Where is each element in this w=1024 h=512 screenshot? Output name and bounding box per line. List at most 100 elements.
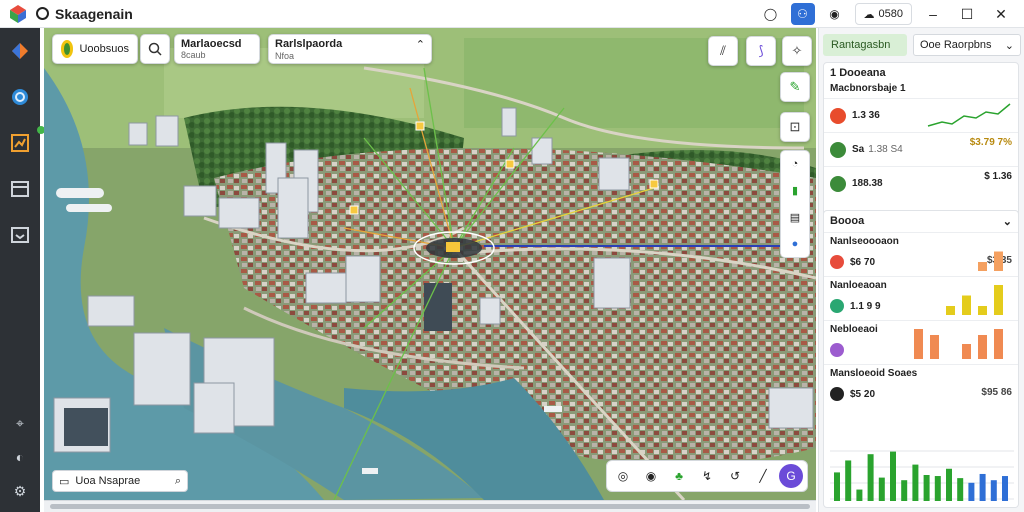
layers-button[interactable]: ⊡ (780, 112, 810, 142)
tab-dropdown[interactable]: Ooe Raorpbns ⌄ (913, 34, 1021, 56)
app-title: Skaagenain (36, 6, 133, 22)
chart-bar (968, 482, 975, 501)
info-card-2-title: Rarlslpaorda (275, 38, 343, 50)
tool-line-icon[interactable]: ╱ (751, 464, 775, 488)
summary-row-2[interactable]: Sa 1.38 S4 $3.79 7% (824, 132, 1018, 166)
tool-route-icon[interactable]: ↯ (695, 464, 719, 488)
chart-bar (856, 489, 863, 501)
draw-icon: ✎ (789, 79, 801, 94)
detail-block[interactable]: Nanlseoooaon $6 70 $3 35 (824, 232, 1018, 276)
search-small-icon: ⌕ (174, 474, 181, 487)
status-pill[interactable]: ☁ 0580 (854, 3, 912, 25)
tab-active[interactable]: Rantagasbn (823, 34, 907, 56)
chart-bar (990, 480, 997, 501)
chart-bar (878, 477, 885, 501)
layer-toggle-label: Uoobsuos (79, 43, 129, 55)
layer-toggle[interactable]: Uoobsuos (52, 34, 138, 64)
bookmark-icon: ⟆ (758, 43, 764, 58)
map-view[interactable]: Uoobsuos Marlaoecsd 8caub Rarlslpaorda ⌃… (44, 28, 816, 500)
app-ring-icon (36, 7, 49, 20)
compass-button[interactable]: ✧ (782, 36, 812, 66)
detail-block-right: $95 86 (981, 387, 1012, 398)
tool-primary-icon[interactable]: G (779, 464, 803, 488)
measure-button[interactable]: ⫽ (708, 36, 738, 66)
clock-icon (830, 141, 846, 158)
inbox-icon (11, 227, 29, 243)
info-card-2[interactable]: Rarlslpaorda ⌃ Nfoa (268, 34, 432, 64)
sidebar-item-globe[interactable] (0, 74, 40, 120)
detail-title: Boooa (830, 215, 865, 227)
grid-icon[interactable]: ▤ (790, 211, 800, 224)
chevron-down-icon[interactable]: ⌄ (1003, 215, 1012, 228)
app-logo-icon (0, 0, 36, 28)
map-horizontal-scrollbar[interactable] (44, 500, 816, 512)
bookmark-button[interactable]: ⟆ (746, 36, 776, 66)
chart-icon[interactable]: ⚇ (790, 3, 815, 25)
record-icon[interactable]: ◉ (823, 3, 847, 25)
summary-header: Macbnorsbaje 1 (830, 83, 906, 94)
detail-bar (962, 344, 971, 359)
close-icon[interactable]: ✕ (988, 3, 1014, 25)
tab-dropdown-label: Ooe Raorpbns (920, 39, 992, 51)
detail-bar (914, 329, 923, 359)
map-search-bar[interactable]: ▭ Uoa Nsaprae ⌕ (52, 470, 188, 492)
location-icon[interactable]: ◔ (792, 158, 799, 170)
summary-row-1[interactable]: 1.3 36 (824, 98, 1018, 132)
settings-icon[interactable]: ⚙ (0, 474, 40, 508)
diamond-icon (12, 43, 28, 59)
minimize-icon[interactable]: – (920, 3, 946, 25)
sidebar-item-inbox[interactable] (0, 212, 40, 258)
pin-icon[interactable]: ⌖ (0, 406, 40, 440)
info-card-1[interactable]: Marlaoecsd 8caub (174, 34, 260, 64)
maximize-icon[interactable]: ☐ (954, 3, 980, 25)
draw-button[interactable]: ✎ (780, 72, 810, 102)
detail-block-value: 1.1 9 9 (850, 300, 881, 312)
detail-block-bars (914, 329, 1003, 359)
summary-prefix: 1 (830, 67, 837, 79)
chart-bar (979, 473, 986, 501)
scroll-thumb[interactable] (50, 504, 810, 509)
summary-row-3-value: 188.38 (852, 178, 883, 189)
detail-block-dot-icon (830, 387, 844, 401)
sidebar-item-media[interactable] (0, 166, 40, 212)
summary-title: Dooeana (839, 67, 886, 79)
detail-block[interactable]: Nebloeaoi (824, 320, 1018, 364)
chart-bar (946, 468, 952, 501)
layers-icon: ⊡ (789, 119, 801, 134)
detail-bar (994, 251, 1003, 271)
chart-bar (912, 464, 919, 501)
top-bar: Skaagenain ◯ ⚇ ◉ ☁ 0580 – ☐ ✕ (0, 0, 1024, 28)
chart-bar (890, 451, 896, 501)
detail-block[interactable]: Mansloeoid Soaes $5 20 $95 86 (824, 364, 1018, 408)
globe-small-icon[interactable]: ● (792, 238, 799, 250)
detail-block[interactable]: Nanloeaoan 1.1 9 9 (824, 276, 1018, 320)
tool-share-icon[interactable]: ↺ (723, 464, 747, 488)
sidebar-item-analytics[interactable] (0, 120, 40, 166)
detail-block-bars (946, 285, 1003, 315)
detail-block-label: Mansloeoid Soaes (830, 368, 918, 379)
search-button[interactable] (140, 34, 170, 64)
chart-bar (901, 480, 908, 501)
green-layer-icon[interactable]: ▮ (792, 184, 798, 197)
help-icon[interactable]: ◐ (0, 440, 40, 474)
summary-row-3-right: $ 1.36 (984, 171, 1012, 182)
chat-icon[interactable]: ◯ (759, 3, 783, 25)
left-sidebar: ⌖ ◐ ⚙ (0, 28, 45, 512)
sidebar-item-navigate[interactable] (0, 28, 40, 74)
app-title-text: Skaagenain (55, 5, 133, 22)
expand-icon[interactable]: ⌃ (416, 38, 425, 51)
recycle-icon (830, 175, 846, 192)
chart-bar (834, 472, 840, 501)
summary-row-3[interactable]: 188.38 $ 1.36 (824, 166, 1018, 200)
sparkline-1 (927, 103, 1011, 127)
map-search-input[interactable]: Uoa Nsaprae (75, 475, 168, 487)
detail-block-dot-icon (830, 299, 844, 313)
globe-icon (12, 89, 28, 105)
detail-bar (946, 306, 955, 315)
summary-row-2-right: $3.79 7% (969, 137, 1012, 148)
tool-tree-icon[interactable]: ♣ (667, 464, 691, 488)
tool-view-icon[interactable]: ◉ (639, 464, 663, 488)
detail-bar (930, 335, 939, 359)
detail-block-dot-icon (830, 255, 844, 269)
tool-target-icon[interactable]: ◎ (611, 464, 635, 488)
